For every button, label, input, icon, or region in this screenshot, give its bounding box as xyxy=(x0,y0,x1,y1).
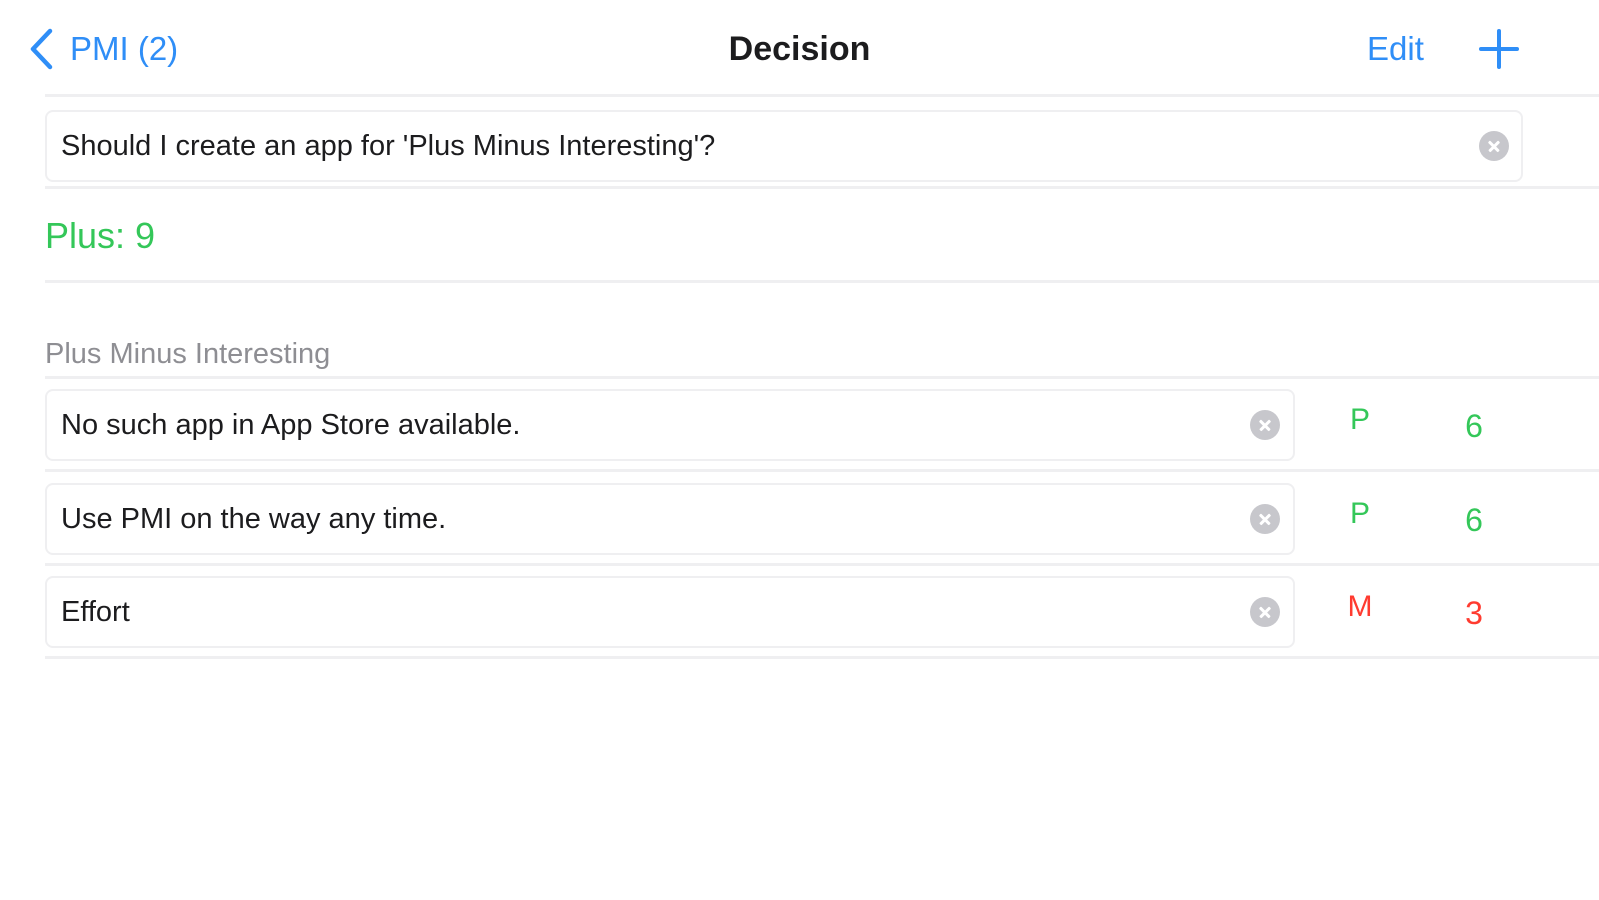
list-item: Effort M 3 xyxy=(0,576,1599,648)
nav-separator xyxy=(45,94,1599,97)
item-text-field[interactable]: No such app in App Store available. xyxy=(45,389,1295,461)
item-score[interactable]: 6 xyxy=(1452,483,1496,557)
question-input-text: Should I create an app for 'Plus Minus I… xyxy=(61,129,716,162)
row-separator xyxy=(45,656,1599,659)
plus-icon xyxy=(1478,29,1520,74)
item-score[interactable]: 6 xyxy=(1452,389,1496,463)
question-field[interactable]: Should I create an app for 'Plus Minus I… xyxy=(45,110,1523,182)
section-header: Plus Minus Interesting xyxy=(45,338,331,370)
summary-label: Plus: 9 xyxy=(45,215,156,256)
row-separator xyxy=(45,186,1599,189)
clear-circle-icon[interactable] xyxy=(1250,504,1280,534)
item-type-toggle[interactable]: P xyxy=(1338,483,1382,545)
item-type-toggle[interactable]: P xyxy=(1338,389,1382,451)
page-title: Decision xyxy=(728,30,871,68)
row-separator xyxy=(45,469,1599,472)
item-score[interactable]: 3 xyxy=(1452,576,1496,650)
item-text-field[interactable]: Use PMI on the way any time. xyxy=(45,483,1295,555)
list-item: Use PMI on the way any time. P 6 xyxy=(0,483,1599,555)
item-text: Effort xyxy=(61,595,130,628)
navigation-bar: PMI (2) Decision Edit xyxy=(0,0,1599,98)
clear-circle-icon[interactable] xyxy=(1479,131,1509,161)
item-text: No such app in App Store available. xyxy=(61,408,521,441)
list-item: No such app in App Store available. P 6 xyxy=(0,389,1599,461)
item-text: Use PMI on the way any time. xyxy=(61,502,447,535)
item-text-field[interactable]: Effort xyxy=(45,576,1295,648)
add-button[interactable] xyxy=(1478,28,1520,70)
row-separator xyxy=(45,563,1599,566)
item-type-toggle[interactable]: M xyxy=(1338,576,1382,638)
clear-circle-icon[interactable] xyxy=(1250,410,1280,440)
section-separator xyxy=(45,376,1599,379)
clear-circle-icon[interactable] xyxy=(1250,597,1280,627)
edit-button[interactable]: Edit xyxy=(1367,26,1424,72)
decision-screen: PMI (2) Decision Edit Should I create an… xyxy=(0,0,1599,900)
row-separator xyxy=(45,280,1599,283)
